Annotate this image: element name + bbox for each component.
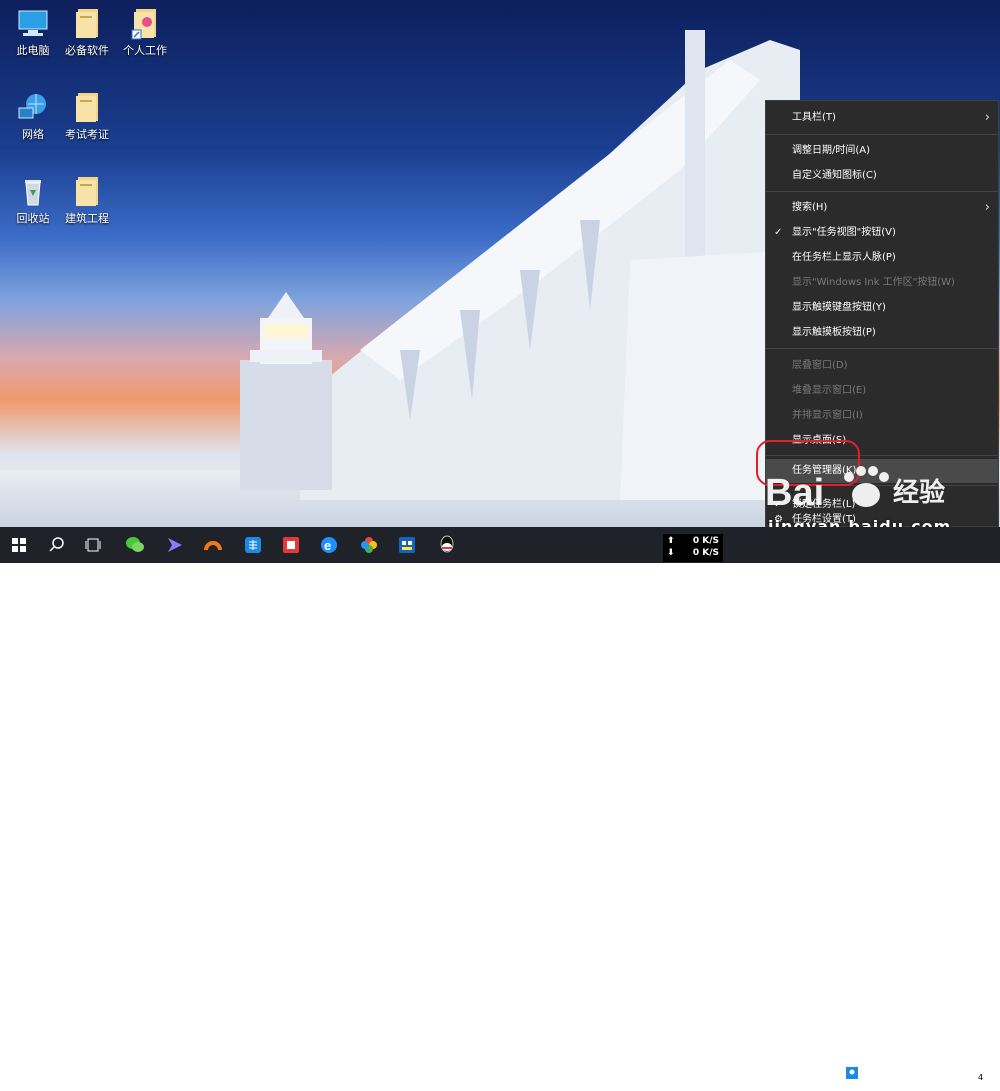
desktop-icon-construction[interactable]: 建筑工程 (54, 174, 120, 226)
menu-item-label: 并排显示窗口(I) (792, 410, 863, 421)
menu-separator (766, 348, 998, 349)
menu-item-stack-windows: 堆叠显示窗口(E) (766, 379, 998, 403)
windows-start-icon (12, 538, 26, 552)
chevron-right-icon: › (984, 110, 990, 125)
start-button[interactable] (2, 527, 36, 563)
menu-item-show-people[interactable]: 在任务栏上显示人脉(P) (766, 246, 998, 270)
taskbar-app-ie[interactable]: e (312, 527, 346, 563)
menu-item-label: 层叠窗口(D) (792, 360, 848, 371)
folder-shortcut-icon (131, 9, 156, 40)
desktop-icon-folder-software[interactable]: 必备软件 (54, 6, 120, 58)
menu-separator (766, 134, 998, 135)
task-view-button[interactable] (76, 527, 110, 563)
ie-icon: e (321, 537, 337, 553)
folder-icon (76, 177, 98, 206)
menu-item-label: 工具栏(T) (792, 112, 836, 123)
menu-item-search[interactable]: 搜索(H) › (766, 196, 998, 220)
wifi-icon[interactable] (781, 1067, 795, 1082)
svg-text:经验: 经验 (893, 477, 945, 508)
network-icon (18, 94, 46, 119)
menu-item-label: 显示触摸板按钮(P) (792, 327, 876, 338)
menu-item-label: 搜索(H) (792, 202, 828, 213)
recycle-bin-icon (25, 180, 41, 206)
menu-item-label: 调整日期/时间(A) (792, 145, 871, 156)
desktop-icon-label: 网络 (22, 128, 44, 141)
app-blue-icon (245, 537, 261, 553)
menu-item-show-touchpad[interactable]: 显示触摸板按钮(P) (766, 321, 998, 345)
taskbar-app-orange[interactable] (196, 527, 230, 563)
menu-item-cascade-windows: 层叠窗口(D) (766, 354, 998, 378)
svg-text:Bai: Bai (765, 472, 824, 514)
menu-item-show-touch-keyboard[interactable]: 显示触摸键盘按钮(Y) (766, 296, 998, 320)
show-hidden-icons-chevron[interactable]: ⌃ (731, 1067, 739, 1078)
feishu-icon (168, 538, 182, 552)
taskbar-app-blue[interactable] (236, 527, 270, 563)
menu-item-label: 显示"Windows Ink 工作区"按钮(W) (792, 277, 955, 288)
network-speed-monitor: ⬆ 0 K/S ⬇ 0 K/S (663, 534, 723, 562)
desktop-icon-label: 建筑工程 (65, 212, 109, 225)
taskbar-app-photos[interactable] (352, 527, 386, 563)
menu-item-side-by-side-windows: 并排显示窗口(I) (766, 404, 998, 428)
clock-date[interactable]: 2018/11/20 星期二 (870, 1076, 961, 1091)
desktop-icon-label: 必备软件 (65, 44, 109, 57)
upload-speed: 0 K/S (692, 536, 719, 546)
qq-icon (440, 535, 454, 553)
chevron-right-icon: › (984, 200, 990, 215)
app-store-icon (399, 537, 415, 553)
upload-arrow-icon: ⬆ (667, 536, 675, 546)
desktop-icon-personal-work[interactable]: 个人工作 (112, 6, 178, 58)
folder-icon (76, 9, 98, 38)
user-icon[interactable] (846, 1067, 858, 1082)
photos-icon (361, 537, 377, 553)
menu-item-label: 在任务栏上显示人脉(P) (792, 252, 896, 263)
check-icon: ✓ (774, 227, 783, 238)
desktop-icon-label: 回收站 (16, 212, 50, 225)
action-center-button[interactable]: 4 (966, 1067, 986, 1084)
taskbar-app-red[interactable] (274, 527, 308, 563)
menu-item-label: 显示"任务视图"按钮(V) (792, 227, 896, 238)
download-arrow-icon: ⬇ (667, 548, 675, 558)
app-orange-icon (204, 541, 222, 551)
download-speed: 0 K/S (692, 548, 719, 558)
desktop-icon-label: 考试考证 (65, 128, 109, 141)
menu-item-adjust-date-time[interactable]: 调整日期/时间(A) (766, 139, 998, 163)
menu-item-show-windows-ink: 显示"Windows Ink 工作区"按钮(W) (766, 271, 998, 295)
desktop-icon-exam[interactable]: 考试考证 (54, 90, 120, 142)
taskbar-app-wechat[interactable] (118, 527, 152, 563)
menu-item-show-task-view-button[interactable]: ✓ 显示"任务视图"按钮(V) (766, 221, 998, 245)
desktop-icon-label: 此电脑 (16, 44, 50, 57)
app-red-icon (283, 537, 299, 553)
taskbar-app-store[interactable] (390, 527, 424, 563)
svg-text:e: e (324, 538, 331, 553)
wechat-icon (126, 537, 144, 552)
folder-icon (76, 93, 98, 122)
lighthouse (240, 292, 332, 490)
menu-separator (766, 191, 998, 192)
baidu-logo: Bai 经验 (765, 466, 945, 514)
search-icon (49, 537, 64, 552)
menu-item-label: 显示触摸键盘按钮(Y) (792, 302, 886, 313)
task-view-icon (85, 538, 101, 552)
menu-item-customize-notification-icons[interactable]: 自定义通知图标(C) (766, 164, 998, 188)
taskbar[interactable]: e ⌃ 中 20:49 2018/11/20 星期二 4 (0, 527, 1000, 1091)
menu-item-label: 自定义通知图标(C) (792, 170, 877, 181)
volume-icon[interactable] (805, 1067, 819, 1082)
desktop-icon-label: 个人工作 (123, 44, 167, 57)
ime-indicator[interactable]: 中 (825, 1067, 835, 1082)
computer-icon (18, 10, 48, 36)
clock-time[interactable]: 20:49 (900, 1060, 929, 1071)
taskbar-app-feishu[interactable] (158, 527, 192, 563)
search-button[interactable] (40, 527, 74, 563)
taskbar-app-qq[interactable] (430, 527, 464, 563)
menu-item-toolbars[interactable]: 工具栏(T) › (766, 106, 998, 130)
notification-badge: 4 (976, 1073, 986, 1082)
menu-item-label: 堆叠显示窗口(E) (792, 385, 867, 396)
frozen-pier (300, 30, 800, 500)
